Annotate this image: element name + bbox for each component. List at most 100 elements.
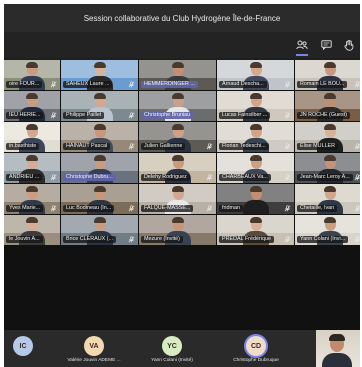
chat-icon	[320, 40, 332, 50]
audio-only-row: IC VA Valérie Jouvin ADEME ... YC Yann C…	[4, 330, 360, 367]
participant-name: PREDAL Frédérique	[219, 236, 274, 243]
participant-video-tile[interactable]: PREDAL Frédérique	[217, 215, 294, 245]
participant-name: Romain LE BOU...	[297, 81, 348, 88]
muted-mic-icon	[128, 205, 135, 212]
participant-video-tile[interactable]: Florian Tedeschi...	[217, 122, 294, 152]
participant-name: le Jouvin A...	[6, 236, 43, 243]
participant-video-tile[interactable]: in.basthiste	[4, 122, 60, 152]
participant-hair	[249, 93, 262, 99]
participant-video-tile[interactable]: Philippe Paillet	[61, 91, 138, 121]
participant-video-tile[interactable]: Luc Bodineau (In...	[61, 184, 138, 214]
participant-video-tile[interactable]: Mezure (Invité)	[139, 215, 216, 245]
participant-video-tile[interactable]: Christophe Dubru...	[61, 153, 138, 183]
participant-hair	[323, 93, 336, 99]
participant-video-tile[interactable]: Arnaud Descha...	[217, 60, 294, 90]
participant-hair	[171, 186, 184, 192]
participant-hair	[249, 124, 262, 130]
participant-video-tile[interactable]: CHARBEAUX Va...	[217, 153, 294, 183]
muted-mic-icon	[284, 143, 291, 150]
participant-video-tile[interactable]: Yves Marie...	[4, 184, 60, 214]
participant-hair	[26, 217, 38, 223]
participant-hair	[26, 186, 38, 192]
muted-mic-icon	[128, 236, 135, 243]
participant-name: Arnaud Descha...	[219, 81, 267, 88]
muted-mic-icon	[354, 81, 360, 88]
self-view-video[interactable]	[316, 330, 360, 367]
avatar: VA	[84, 336, 104, 356]
participant-name: JN ROCHE (Guest)	[297, 112, 351, 119]
participant-video-tile[interactable]: SAHEUX Laure ...	[61, 60, 138, 90]
muted-mic-icon	[284, 236, 291, 243]
self-view-body	[322, 353, 352, 367]
participant-hair	[171, 124, 184, 130]
muted-mic-icon	[50, 81, 57, 88]
participant-hair	[171, 155, 184, 161]
participant-video-tile[interactable]: Delehy Rodriguez	[139, 153, 216, 183]
participant-video-tile[interactable]: Julien Gallienne	[139, 122, 216, 152]
participant-video-tile[interactable]: JN ROCHE (Guest)	[295, 91, 360, 121]
participant-video-tile[interactable]: Brice CLERAUX (...	[61, 215, 138, 245]
muted-mic-icon	[284, 81, 291, 88]
participant-name: Luc Bodineau (In...	[63, 205, 115, 212]
participant-video-tile[interactable]: FALQUE-MASSE...	[139, 184, 216, 214]
participant-video-tile[interactable]: Christophe Bruniau	[139, 91, 216, 121]
participant-hair	[171, 93, 184, 99]
participant-hair	[93, 155, 106, 161]
participant-video-tile[interactable]: oire FOUR...	[4, 60, 60, 90]
participant-name: HAINAUT Pascal	[63, 143, 111, 150]
audio-participant-cd[interactable]: CD Christophe Dubruque	[224, 330, 288, 367]
participant-hair	[323, 217, 336, 223]
participant-name: FALQUE-MASSE...	[141, 205, 194, 212]
participant-video-tile[interactable]: Elise MULLER	[295, 122, 360, 152]
participant-hair	[171, 217, 184, 223]
participant-hair	[323, 62, 336, 68]
participant-video-tile[interactable]: HEMMERDINGER ...	[139, 60, 216, 90]
audio-participant-va[interactable]: VA Valérie Jouvin ADEME ...	[62, 330, 126, 367]
participant-name: HEMMERDINGER ...	[141, 81, 198, 88]
raise-hand-button[interactable]	[340, 36, 358, 54]
participant-video-tile[interactable]: Romain LE BOU...	[295, 60, 360, 90]
audio-participant-yc[interactable]: YC Yann Colani (Invité)	[140, 330, 204, 367]
video-gallery: oire FOUR... SAHEUX Laure ... HEMMERDINGER…	[4, 60, 360, 330]
participant-name: Christophe Dubru...	[63, 174, 116, 181]
participant-video-tile[interactable]: Chetaille, Ivan	[295, 184, 360, 214]
participant-hair	[249, 217, 262, 223]
participant-hair	[249, 186, 262, 192]
participant-name: Florian Tedeschi...	[219, 143, 269, 150]
participant-video-tile[interactable]: Lucas Fainsilber ...	[217, 91, 294, 121]
muted-mic-icon	[354, 174, 360, 181]
participant-video-tile[interactable]: ANDRIEU ...	[4, 153, 60, 183]
participant-hair	[249, 62, 262, 68]
participant-name: Delehy Rodriguez	[141, 174, 190, 181]
participant-name: Christophe Bruniau	[141, 112, 194, 119]
participant-video-tile[interactable]: HAINAUT Pascal	[61, 122, 138, 152]
muted-mic-icon	[206, 205, 213, 212]
participant-video-tile[interactable]: Yann Colani (Invi...	[295, 215, 360, 245]
meeting-title: Session collaborative du Club Hydrogène …	[83, 13, 281, 23]
participant-name: Christophe Dubruque	[233, 358, 279, 363]
participant-video-tile[interactable]: fridman	[217, 184, 294, 214]
participant-hair	[26, 62, 38, 68]
participant-name: Yann Colani (Invi...	[297, 236, 349, 243]
participant-name: IEU HERIE...	[6, 112, 44, 119]
participant-video-tile[interactable]: le Jouvin A...	[4, 215, 60, 245]
muted-mic-icon	[50, 112, 57, 119]
participant-hair	[93, 217, 106, 223]
participant-hair	[93, 62, 106, 68]
muted-mic-icon	[284, 205, 291, 212]
participant-hair	[26, 124, 38, 130]
muted-mic-icon	[50, 205, 57, 212]
window-titlebar: Session collaborative du Club Hydrogène …	[4, 4, 360, 32]
participant-name: Elise MULLER	[297, 143, 339, 150]
audio-participant-ic[interactable]: IC	[10, 330, 36, 367]
participant-name: Yann Colani (Invité)	[151, 358, 193, 363]
muted-mic-icon	[128, 81, 135, 88]
participant-hair	[323, 155, 336, 161]
participant-video-tile[interactable]: Jean-Marc Leroy A...	[295, 153, 360, 183]
participant-video-tile[interactable]: IEU HERIE...	[4, 91, 60, 121]
participant-name: Chetaille, Ivan	[297, 205, 338, 212]
participants-button[interactable]	[293, 36, 311, 56]
chat-button[interactable]	[317, 36, 335, 54]
avatar: YC	[162, 336, 182, 356]
participant-name: Valérie Jouvin ADEME ...	[67, 358, 121, 363]
